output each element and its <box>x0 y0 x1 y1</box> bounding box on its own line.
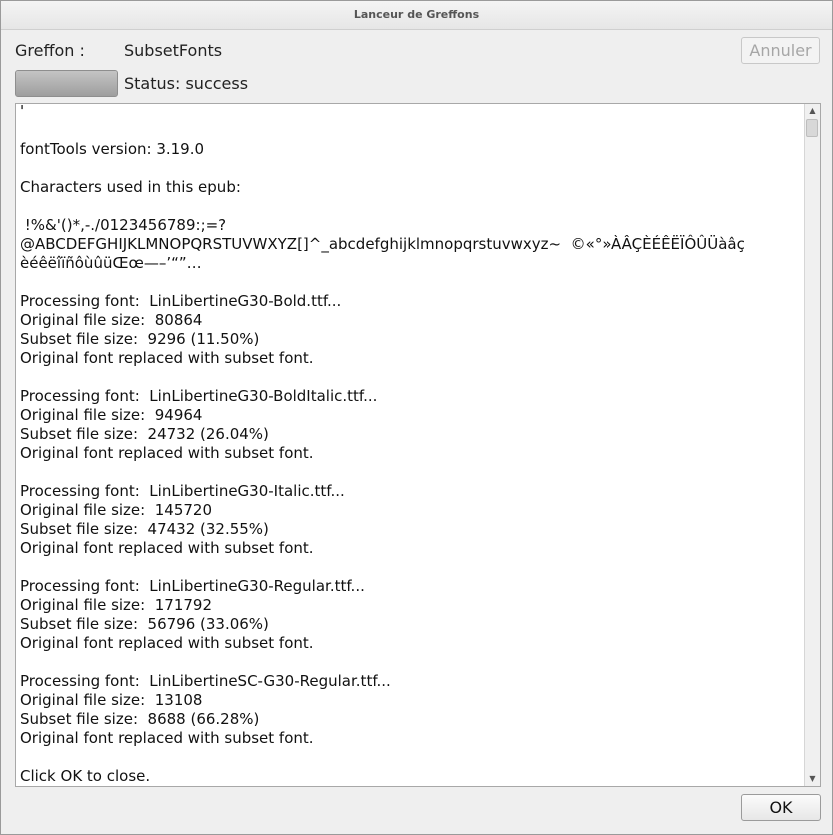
log-line: Original file size: 145720 <box>20 501 213 519</box>
log-line: Original file size: 171792 <box>20 596 213 614</box>
log-line: Click OK to close. <box>20 767 151 785</box>
cancel-button[interactable]: Annuler <box>741 37 820 64</box>
log-line: fontTools version: 3.19.0 <box>20 140 205 158</box>
log-line: Characters used in this epub: <box>20 178 241 196</box>
log-line: Original font replaced with subset font. <box>20 729 314 747</box>
ok-button[interactable]: OK <box>741 794 821 821</box>
log-line: Subset file size: 56796 (33.06%) <box>20 615 269 633</box>
log-output[interactable]: ' fontTools version: 3.19.0 Characters use… <box>15 103 821 787</box>
log-line: Original file size: 94964 <box>20 406 203 424</box>
log-line: Subset file size: 8688 (66.28%) <box>20 710 260 728</box>
log-line: Original file size: 13108 <box>20 691 203 709</box>
log-line: Processing font: LinLibertineG30-Italic.… <box>20 482 345 500</box>
log-line: Original font replaced with subset font. <box>20 539 314 557</box>
log-line: Original font replaced with subset font. <box>20 349 314 367</box>
log-line: Original font replaced with subset font. <box>20 444 314 462</box>
progress-bar <box>15 70 118 97</box>
chevron-down-icon[interactable]: ▼ <box>805 772 820 786</box>
log-line: Original font replaced with subset font. <box>20 634 314 652</box>
progress-fill <box>16 71 117 96</box>
status-text: Status: success <box>124 74 249 93</box>
chevron-up-icon[interactable]: ▲ <box>805 104 820 118</box>
log-line: Subset file size: 24732 (26.04%) <box>20 425 269 443</box>
window-title: Lanceur de Greffons <box>353 8 480 21</box>
log-line: Processing font: LinLibertineG30-Regular… <box>20 577 365 595</box>
log-line: Original file size: 80864 <box>20 311 203 329</box>
log-line: Processing font: LinLibertineSC-G30-Regu… <box>20 672 391 690</box>
log-line: Subset file size: 9296 (11.50%) <box>20 330 260 348</box>
scrollbar-thumb[interactable] <box>806 119 818 137</box>
plugin-runner-dialog: Lanceur de Greffons Greffon : SubsetFont… <box>0 0 833 835</box>
vertical-scrollbar[interactable]: ▲ ▼ <box>804 104 820 786</box>
title-bar[interactable]: Lanceur de Greffons <box>1 1 832 30</box>
log-line: Subset file size: 47432 (32.55%) <box>20 520 269 538</box>
log-line: @ABCDEFGHIJKLMNOPQRSTUVWXYZ[]^_abcdefghi… <box>20 235 745 253</box>
log-line: ' <box>20 103 25 120</box>
plugin-label: Greffon : <box>15 41 85 60</box>
log-line: Processing font: LinLibertineG30-Bold.tt… <box>20 292 342 310</box>
log-line: !%&'()*,-./0123456789:;=? <box>20 216 227 234</box>
log-text: ' fontTools version: 3.19.0 Characters use… <box>20 103 800 786</box>
log-line: èéêëîïñôùûüŒœ—–’“”… <box>20 254 202 272</box>
log-line: Processing font: LinLibertineG30-BoldIta… <box>20 387 378 405</box>
plugin-name: SubsetFonts <box>124 41 223 60</box>
